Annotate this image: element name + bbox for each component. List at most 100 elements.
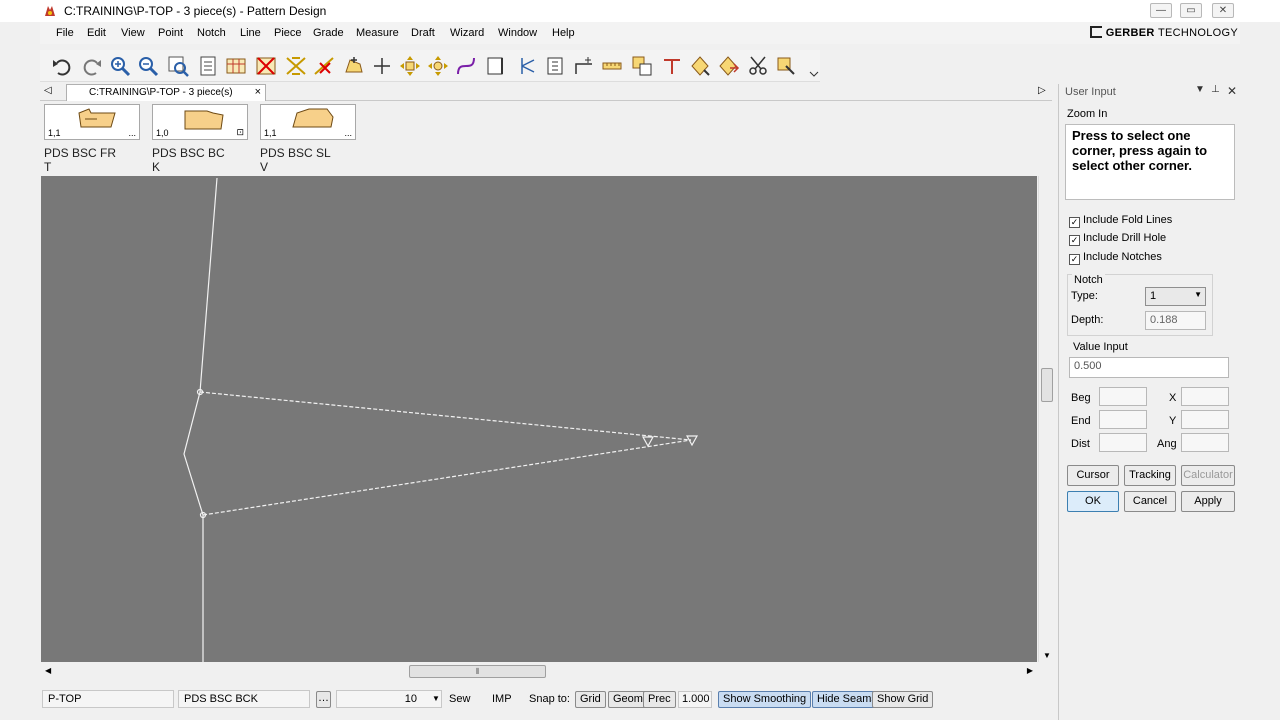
vertical-scrollbar[interactable]: ▼ xyxy=(1038,176,1055,662)
tab-scroll-left-icon[interactable]: ◁ xyxy=(44,85,52,96)
undo-tool[interactable] xyxy=(50,54,74,78)
menu-point[interactable]: Point xyxy=(158,27,183,39)
copy-piece-tool[interactable] xyxy=(630,54,654,78)
menu-wizard[interactable]: Wizard xyxy=(450,27,484,39)
zoom-in-tool[interactable] xyxy=(108,54,132,78)
undo-icon xyxy=(53,59,71,76)
move-smooth-tool[interactable] xyxy=(426,54,450,78)
delete-piece-tool[interactable] xyxy=(254,54,278,78)
maximize-button[interactable]: ▭ xyxy=(1180,3,1202,18)
minimize-button[interactable]: — xyxy=(1150,3,1172,18)
piece-more-icon[interactable]: ⊡ xyxy=(236,127,244,138)
menu-window[interactable]: Window xyxy=(498,27,537,39)
move-point-tool[interactable] xyxy=(398,54,422,78)
grid-icon xyxy=(226,58,246,74)
add-seam-tool[interactable] xyxy=(544,54,568,78)
delete-line-tool[interactable] xyxy=(312,54,336,78)
piece-thumbnail-back[interactable]: 1,0 ⊡ xyxy=(152,104,248,140)
dist-field[interactable] xyxy=(1099,433,1147,452)
document-tab[interactable]: C:TRAINING\P-TOP - 3 piece(s) × xyxy=(66,84,266,101)
menu-help[interactable]: Help xyxy=(552,27,575,39)
crosshair-tool[interactable] xyxy=(370,54,394,78)
snap-grid-button[interactable]: Grid xyxy=(575,691,606,708)
intersect-tool[interactable] xyxy=(284,54,308,78)
measure-tool[interactable] xyxy=(600,54,624,78)
vertical-scroll-thumb[interactable] xyxy=(1041,368,1053,402)
piece-number: 1,1 xyxy=(264,128,277,138)
zoom-window-tool[interactable] xyxy=(166,54,190,78)
tracking-button[interactable]: Tracking xyxy=(1124,465,1176,486)
chevron-down-icon xyxy=(809,71,819,77)
menu-grade[interactable]: Grade xyxy=(313,27,344,39)
menu-measure[interactable]: Measure xyxy=(356,27,399,39)
horizontal-scrollbar[interactable]: ◀ ⦀ ▶ xyxy=(41,663,1037,680)
piece-more-icon[interactable]: ... xyxy=(128,128,136,138)
notch-type-select[interactable]: 1 ▼ xyxy=(1145,287,1206,306)
status-count[interactable]: 10 xyxy=(336,690,442,708)
zoom-out-tool[interactable] xyxy=(136,54,160,78)
shift-tool[interactable] xyxy=(716,54,740,78)
notepad-tool[interactable] xyxy=(196,54,220,78)
add-point-tool[interactable] xyxy=(342,54,366,78)
snap-geom-button[interactable]: Geom xyxy=(608,691,648,708)
add-notch-tool[interactable] xyxy=(572,54,596,78)
include-drill-hole-checkbox[interactable]: ✓ Include Drill Hole xyxy=(1069,232,1166,246)
grid-tool[interactable] xyxy=(224,54,248,78)
show-smoothing-button[interactable]: Show Smoothing xyxy=(718,691,812,708)
scroll-left-icon[interactable]: ◀ xyxy=(45,666,51,675)
redo-tool[interactable] xyxy=(80,54,104,78)
depth-label: Depth: xyxy=(1071,314,1104,326)
include-notches-checkbox[interactable]: ✓ Include Notches xyxy=(1069,251,1162,265)
end-field[interactable] xyxy=(1099,410,1147,429)
apply-button[interactable]: Apply xyxy=(1181,491,1235,512)
rotate-icon xyxy=(691,56,710,76)
close-panel-icon[interactable]: ✕ xyxy=(1227,84,1237,98)
cancel-button[interactable]: Cancel xyxy=(1124,491,1176,512)
brand-logo: GERBER TECHNOLOGY xyxy=(1089,26,1238,39)
menu-edit[interactable]: Edit xyxy=(87,27,106,39)
tab-scroll-right-icon[interactable]: ▷ xyxy=(1038,85,1046,96)
notch-depth-field[interactable]: 0.188 xyxy=(1145,311,1206,330)
cut-tool[interactable] xyxy=(746,54,770,78)
perpendicular-tool[interactable] xyxy=(660,54,684,78)
value-input-field[interactable]: 0.500 xyxy=(1069,357,1229,378)
menu-view[interactable]: View xyxy=(121,27,145,39)
mirror-tool[interactable] xyxy=(484,54,508,78)
scroll-down-icon[interactable]: ▼ xyxy=(1043,651,1051,660)
cursor-button[interactable]: Cursor xyxy=(1067,465,1119,486)
menu-draft[interactable]: Draft xyxy=(411,27,435,39)
scroll-right-icon[interactable]: ▶ xyxy=(1027,666,1033,675)
piece-thumbnail-front[interactable]: 1,1 ... xyxy=(44,104,140,140)
show-grid-button[interactable]: Show Grid xyxy=(872,691,934,708)
beg-field[interactable] xyxy=(1099,387,1147,406)
chevron-down-icon[interactable]: ▼ xyxy=(432,694,440,703)
piece-thumbnail-sleeve[interactable]: 1,1 ... xyxy=(260,104,356,140)
include-fold-lines-checkbox[interactable]: ✓ Include Fold Lines xyxy=(1069,214,1172,228)
menu-piece[interactable]: Piece xyxy=(274,27,302,39)
piece-info-tool[interactable] xyxy=(774,54,798,78)
horizontal-scroll-thumb[interactable]: ⦀ xyxy=(409,665,546,678)
drawing-canvas[interactable] xyxy=(41,176,1037,662)
rotate-tool[interactable] xyxy=(688,54,712,78)
pin-icon[interactable]: ⊥ xyxy=(1211,84,1220,95)
menu-notch[interactable]: Notch xyxy=(197,27,226,39)
toolbar-overflow[interactable] xyxy=(802,54,819,78)
panel-menu-icon[interactable]: ▼ xyxy=(1195,84,1205,95)
x-field[interactable] xyxy=(1181,387,1229,406)
snap-prec-button[interactable]: Prec xyxy=(643,691,676,708)
ok-button[interactable]: OK xyxy=(1067,491,1119,512)
menu-file[interactable]: File xyxy=(56,27,74,39)
ang-field[interactable] xyxy=(1181,433,1229,452)
precision-value[interactable]: 1.000 xyxy=(678,691,712,708)
piece-more-icon[interactable]: ... xyxy=(344,128,352,138)
calculator-button[interactable]: Calculator xyxy=(1181,465,1235,486)
menu-line[interactable]: Line xyxy=(240,27,261,39)
y-field[interactable] xyxy=(1181,410,1229,429)
gerber-logo-icon xyxy=(1089,26,1102,38)
status-browse-button[interactable]: … xyxy=(316,691,331,708)
close-window-button[interactable]: ✕ xyxy=(1212,3,1234,18)
pattern-drawing xyxy=(183,177,699,662)
split-tool[interactable] xyxy=(514,54,538,78)
curve-tool[interactable] xyxy=(454,54,478,78)
close-tab-icon[interactable]: × xyxy=(255,86,261,98)
